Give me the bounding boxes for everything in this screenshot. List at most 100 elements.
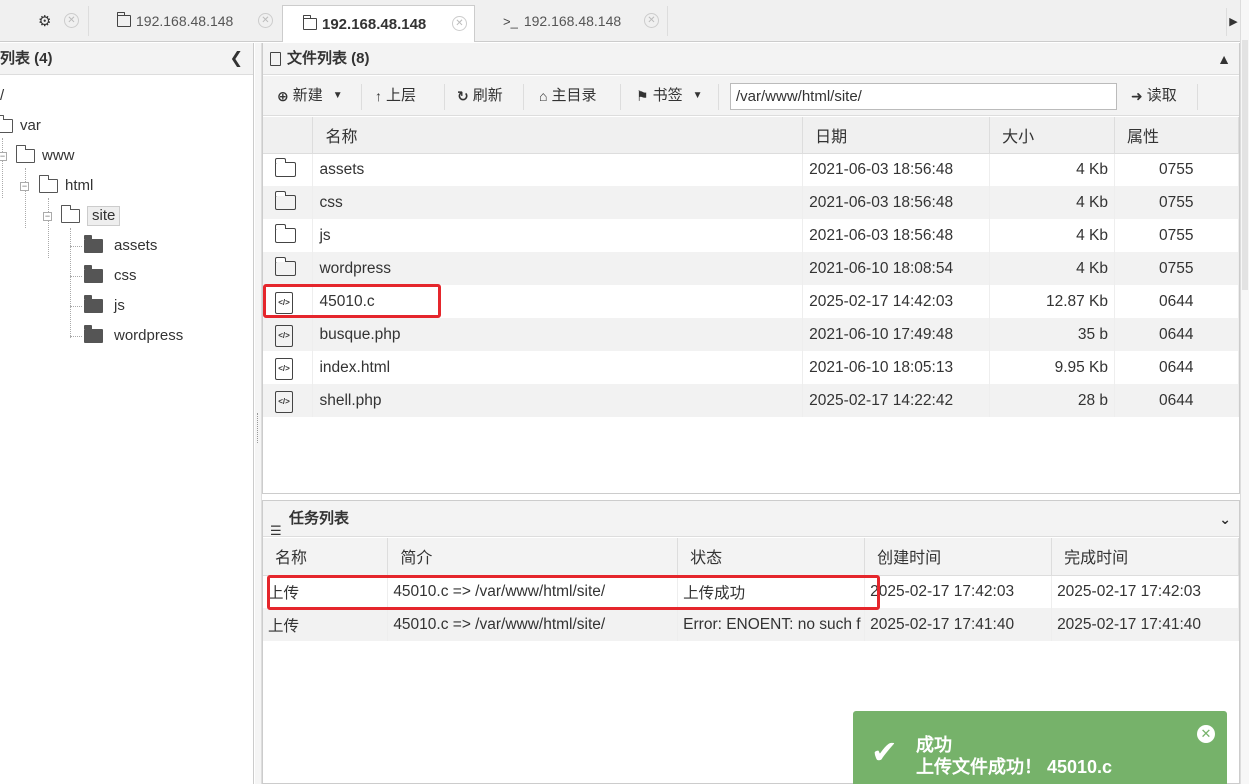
collapse-left-icon[interactable]: ❮ xyxy=(230,43,243,75)
tree-node-var[interactable]: var xyxy=(0,115,41,137)
folder-icon xyxy=(84,325,103,343)
tree-node-js[interactable]: js xyxy=(84,295,125,317)
chevron-down-icon: ▼ xyxy=(332,90,343,101)
file-row[interactable]: </> 45010.c 2025-02-17 14:42:03 12.87 Kb… xyxy=(263,285,1239,318)
close-icon[interactable]: ✕ xyxy=(1197,725,1215,743)
file-attr: 0755 xyxy=(1114,186,1239,219)
file-row[interactable]: </> busque.php 2021-06-10 17:49:48 35 b … xyxy=(263,318,1239,351)
plus-circle-icon: ⊕ xyxy=(277,88,289,104)
file-name: index.html xyxy=(312,351,804,384)
tab-terminal[interactable]: >_ 192.168.48.148 ✕ xyxy=(503,7,659,35)
code-file-icon: </> xyxy=(275,391,293,413)
refresh-button[interactable]: ↻ 刷新 xyxy=(457,83,503,109)
col-task-status[interactable]: 状态 xyxy=(677,538,866,576)
file-row[interactable]: assets 2021-06-03 18:56:48 4 Kb 0755 xyxy=(263,153,1239,186)
file-date: 2025-02-17 14:42:03 xyxy=(802,285,991,318)
tab-settings[interactable]: ⚙ ✕ xyxy=(38,7,79,35)
col-task-name[interactable]: 名称 xyxy=(263,538,389,576)
file-date: 2025-02-17 14:22:42 xyxy=(802,384,991,417)
new-button[interactable]: ⊕ 新建 ▼ xyxy=(277,83,343,109)
tab-file-manager-1[interactable]: 192.168.48.148 ✕ xyxy=(116,7,273,35)
tree-node-site[interactable]: site xyxy=(60,205,121,227)
folder-icon xyxy=(274,191,296,210)
file-row[interactable]: </> index.html 2021-06-10 18:05:13 9.95 … xyxy=(263,351,1239,384)
file-row[interactable]: </> shell.php 2025-02-17 14:22:42 28 b 0… xyxy=(263,384,1239,417)
file-size: 4 Kb xyxy=(989,252,1116,285)
col-date[interactable]: 日期 xyxy=(802,117,991,154)
col-attr[interactable]: 属性 xyxy=(1114,117,1239,154)
chevron-up-icon[interactable]: ▲ xyxy=(1217,43,1231,75)
close-icon[interactable]: ✕ xyxy=(64,13,79,28)
file-row[interactable]: css 2021-06-03 18:56:48 4 Kb 0755 xyxy=(263,186,1239,219)
close-icon[interactable]: ✕ xyxy=(258,13,273,28)
col-name[interactable]: 名称 xyxy=(312,117,804,154)
file-row[interactable]: wordpress 2021-06-10 18:08:54 4 Kb 0755 xyxy=(263,252,1239,285)
tree-label: wordpress xyxy=(114,327,184,344)
collapse-node-icon[interactable]: − xyxy=(43,212,52,221)
tree-node-wordpress[interactable]: wordpress xyxy=(84,325,183,347)
close-icon[interactable]: ✕ xyxy=(644,13,659,28)
read-label: 读取 xyxy=(1146,87,1177,104)
read-button[interactable]: ➜ 读取 xyxy=(1131,83,1177,109)
file-name: shell.php xyxy=(312,384,804,417)
arrow-up-icon: ↑ xyxy=(375,88,382,104)
file-toolbar: ⊕ 新建 ▼ ↑ 上层 ↻ 刷新 ⌂ 主目录 ⚑ 书签 ▼ /var/www/h… xyxy=(263,76,1239,116)
file-attr: 0755 xyxy=(1114,153,1239,186)
tab-scroll-right-icon[interactable]: ▶ xyxy=(1226,8,1240,36)
tree-node-assets[interactable]: assets xyxy=(84,235,157,257)
close-icon[interactable]: ✕ xyxy=(452,16,467,31)
tree-label: / xyxy=(0,87,5,104)
collapse-node-icon[interactable]: − xyxy=(0,152,7,161)
bookmark-button[interactable]: ⚑ 书签 ▼ xyxy=(636,83,702,109)
file-name: wordpress xyxy=(312,252,804,285)
refresh-label: 刷新 xyxy=(472,87,503,104)
folder-icon xyxy=(84,235,103,253)
task-finished: 2025-02-17 17:42:03 xyxy=(1051,575,1239,608)
collapse-node-icon[interactable]: − xyxy=(20,182,29,191)
folder-icon xyxy=(302,15,317,30)
col-size[interactable]: 大小 xyxy=(989,117,1116,154)
task-name: 上传 xyxy=(263,575,389,608)
bookmark-label: 书签 xyxy=(652,87,683,104)
tree-node-root[interactable]: / xyxy=(0,85,4,107)
folder-open-icon xyxy=(0,115,13,133)
tree-node-www[interactable]: www xyxy=(15,145,75,167)
home-label: 主目录 xyxy=(551,87,597,104)
tab-label: 192.168.48.148 xyxy=(523,13,622,29)
file-size: 9.95 Kb xyxy=(989,351,1116,384)
window-scrollbar[interactable] xyxy=(1240,0,1249,784)
tab-file-manager-active[interactable]: 192.168.48.148 ✕ xyxy=(282,5,475,42)
col-task-desc[interactable]: 简介 xyxy=(387,538,679,576)
file-attr: 0644 xyxy=(1114,351,1239,384)
tree-node-html[interactable]: html xyxy=(38,175,94,197)
file-size: 4 Kb xyxy=(989,186,1116,219)
success-toast: ✔ 成功 上传文件成功！ 45010.c ✕ xyxy=(853,711,1227,784)
tab-bar: ⚙ ✕ 192.168.48.148 ✕ 192.168.48.148 ✕ >_… xyxy=(0,0,1240,42)
code-file-icon: </> xyxy=(275,358,293,380)
task-created: 2025-02-17 17:42:03 xyxy=(864,575,1053,608)
file-list-title: 文件列表 (8) xyxy=(287,50,370,67)
terminal-icon: >_ xyxy=(503,13,518,29)
task-status: Error: ENOENT: no such f xyxy=(677,608,866,641)
home-icon: ⌂ xyxy=(539,88,548,104)
task-status: 上传成功 xyxy=(677,575,866,608)
up-level-button[interactable]: ↑ 上层 xyxy=(375,83,416,109)
chevron-down-icon: ▼ xyxy=(692,90,703,101)
folder-open-icon xyxy=(15,145,35,163)
code-file-icon: </> xyxy=(275,325,293,347)
task-desc: 45010.c => /var/www/html/site/ xyxy=(387,575,679,608)
col-task-finished[interactable]: 完成时间 xyxy=(1051,538,1239,576)
tree-node-css[interactable]: css xyxy=(84,265,137,287)
tree-label: www xyxy=(42,147,75,164)
bookmark-icon: ⚑ xyxy=(636,88,649,104)
tree-label: html xyxy=(65,177,94,194)
col-task-created[interactable]: 创建时间 xyxy=(864,538,1053,576)
path-input[interactable] xyxy=(730,83,1117,110)
chevron-down-icon[interactable]: ⌄ xyxy=(1219,501,1231,537)
file-row[interactable]: js 2021-06-03 18:56:48 4 Kb 0755 xyxy=(263,219,1239,252)
task-row[interactable]: 上传 45010.c => /var/www/html/site/ Error:… xyxy=(263,608,1239,641)
home-button[interactable]: ⌂ 主目录 xyxy=(539,83,596,109)
file-date: 2021-06-10 18:08:54 xyxy=(802,252,991,285)
task-row[interactable]: 上传 45010.c => /var/www/html/site/ 上传成功 2… xyxy=(263,575,1239,608)
panel-splitter[interactable] xyxy=(255,43,262,784)
